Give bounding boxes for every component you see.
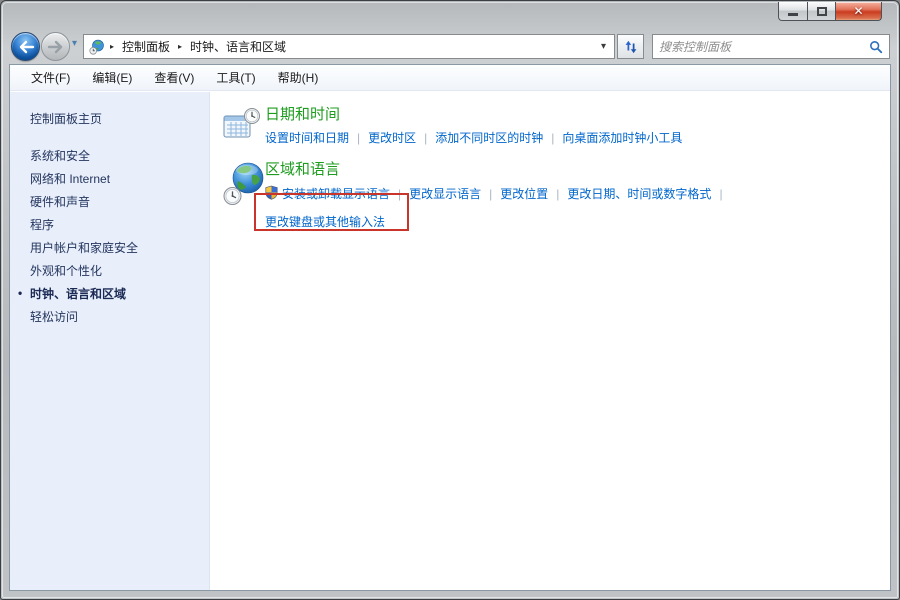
sidebar-item-label: 时钟、语言和区域 bbox=[30, 287, 126, 301]
region-language-links-row1: 安装或卸载显示语言 | 更改显示语言 | 更改位置 | 更改日期、时间或数字格式 | bbox=[265, 185, 731, 202]
menu-tools[interactable]: 工具(T) bbox=[205, 65, 266, 90]
link-set-time-date[interactable]: 设置时间和日期 bbox=[265, 131, 349, 145]
menu-help[interactable]: 帮助(H) bbox=[267, 65, 330, 90]
back-button[interactable] bbox=[11, 32, 40, 61]
address-bar[interactable]: ▸ 控制面板 ▸ 时钟、语言和区域 ▾ bbox=[83, 34, 615, 59]
main-content: 日期和时间 设置时间和日期 | 更改时区 | 添加不同时区的时钟 | 向桌面添加时钟小工具 bbox=[210, 92, 890, 590]
link-separator: | bbox=[551, 131, 554, 145]
link-separator: | bbox=[424, 131, 427, 145]
region-language-title[interactable]: 区域和语言 bbox=[265, 161, 731, 179]
sidebar-item-label: 轻松访问 bbox=[30, 310, 78, 324]
sidebar-item-ease-of-access[interactable]: •轻松访问 bbox=[10, 306, 209, 329]
section-body: 区域和语言 安装或卸载显示语言 | 更改显示语言 | 更改位置 | 更改日期、时间或数字格式… bbox=[265, 161, 731, 230]
sidebar-item-appearance[interactable]: •外观和个性化 bbox=[10, 260, 209, 283]
close-button[interactable]: ✕ bbox=[836, 2, 882, 21]
breadcrumb-control-panel[interactable]: 控制面板 bbox=[119, 36, 173, 57]
section-date-time: 日期和时间 设置时间和日期 | 更改时区 | 添加不同时区的时钟 | 向桌面添加时钟小工具 bbox=[223, 106, 890, 148]
maximize-icon bbox=[817, 7, 827, 16]
search-box bbox=[652, 34, 890, 59]
sidebar-item-home[interactable]: 控制面板主页 bbox=[10, 105, 209, 132]
menu-edit[interactable]: 编辑(E) bbox=[81, 65, 143, 90]
menu-bar: 文件(F) 编辑(E) 查看(V) 工具(T) 帮助(H) bbox=[10, 65, 890, 91]
refresh-button[interactable] bbox=[617, 34, 644, 59]
sidebar-item-system-security[interactable]: •系统和安全 bbox=[10, 145, 209, 168]
link-add-clocks[interactable]: 添加不同时区的时钟 bbox=[435, 131, 543, 145]
calendar-clock-icon[interactable] bbox=[223, 107, 261, 143]
breadcrumb-arrow-icon: ▸ bbox=[110, 42, 114, 51]
link-change-date-time-number-formats[interactable]: 更改日期、时间或数字格式 bbox=[567, 187, 711, 201]
search-icon[interactable] bbox=[869, 40, 883, 54]
back-arrow-icon bbox=[17, 39, 35, 55]
link-change-location[interactable]: 更改位置 bbox=[500, 187, 548, 201]
sidebar-item-label: 程序 bbox=[30, 218, 54, 232]
window-controls: ✕ bbox=[778, 2, 882, 21]
forward-button[interactable] bbox=[41, 32, 70, 61]
maximize-button[interactable] bbox=[808, 2, 836, 21]
title-bar[interactable] bbox=[1, 1, 899, 27]
section-region-language: 区域和语言 安装或卸载显示语言 | 更改显示语言 | 更改位置 | 更改日期、时间或数字格式… bbox=[223, 161, 890, 230]
region-language-links-row2: 更改键盘或其他输入法 bbox=[265, 214, 731, 230]
refresh-icon bbox=[624, 40, 638, 54]
minimize-icon bbox=[788, 13, 798, 16]
sidebar: 控制面板主页 •系统和安全 •网络和 Internet •硬件和声音 •程序 •… bbox=[10, 92, 210, 590]
close-icon: ✕ bbox=[853, 3, 863, 20]
recent-pages-dropdown[interactable]: ▾ bbox=[72, 38, 77, 49]
link-change-keyboards-input-methods[interactable]: 更改键盘或其他输入法 bbox=[265, 215, 385, 229]
date-time-title[interactable]: 日期和时间 bbox=[265, 106, 682, 124]
body-area: 控制面板主页 •系统和安全 •网络和 Internet •硬件和声音 •程序 •… bbox=[10, 92, 890, 590]
link-separator: | bbox=[398, 187, 401, 201]
client-area: 文件(F) 编辑(E) 查看(V) 工具(T) 帮助(H) 控制面板主页 •系统… bbox=[9, 64, 891, 591]
uac-shield-icon bbox=[265, 185, 278, 200]
control-panel-window: ✕ ▾ ▸ 控制面板 ▸ 时钟、语言和区域 ▾ bbox=[0, 0, 900, 600]
globe-clock-icon[interactable] bbox=[223, 162, 265, 206]
breadcrumb-arrow-icon: ▸ bbox=[178, 42, 182, 51]
sidebar-item-programs[interactable]: •程序 bbox=[10, 214, 209, 237]
sidebar-item-clock-language-region[interactable]: • 时钟、语言和区域 bbox=[10, 283, 209, 306]
sidebar-item-label: 系统和安全 bbox=[30, 149, 90, 163]
address-dropdown-button[interactable]: ▾ bbox=[596, 39, 611, 54]
sidebar-item-label: 外观和个性化 bbox=[30, 264, 102, 278]
link-change-time-zone[interactable]: 更改时区 bbox=[368, 131, 416, 145]
sidebar-item-user-accounts[interactable]: •用户帐户和家庭安全 bbox=[10, 237, 209, 260]
link-add-clock-gadget[interactable]: 向桌面添加时钟小工具 bbox=[562, 131, 682, 145]
section-body: 日期和时间 设置时间和日期 | 更改时区 | 添加不同时区的时钟 | 向桌面添加时钟小工具 bbox=[265, 106, 682, 146]
sidebar-item-network-internet[interactable]: •网络和 Internet bbox=[10, 168, 209, 191]
breadcrumb-clock-language-region[interactable]: 时钟、语言和区域 bbox=[187, 36, 289, 57]
search-input[interactable] bbox=[659, 40, 869, 54]
forward-arrow-icon bbox=[47, 39, 65, 55]
section-icon-column bbox=[223, 106, 265, 148]
menu-view[interactable]: 查看(V) bbox=[143, 65, 205, 90]
control-panel-icon bbox=[89, 39, 105, 55]
menu-file[interactable]: 文件(F) bbox=[20, 65, 81, 90]
link-separator: | bbox=[489, 187, 492, 201]
link-change-display-language[interactable]: 更改显示语言 bbox=[409, 187, 481, 201]
sidebar-item-hardware-sound[interactable]: •硬件和声音 bbox=[10, 191, 209, 214]
link-separator: | bbox=[556, 187, 559, 201]
sidebar-item-label: 网络和 Internet bbox=[30, 172, 110, 186]
date-time-links: 设置时间和日期 | 更改时区 | 添加不同时区的时钟 | 向桌面添加时钟小工具 bbox=[265, 130, 682, 146]
sidebar-item-label: 用户帐户和家庭安全 bbox=[30, 241, 138, 255]
link-install-uninstall-languages[interactable]: 安装或卸载显示语言 bbox=[282, 187, 390, 201]
sidebar-item-label: 硬件和声音 bbox=[30, 195, 90, 209]
section-icon-column bbox=[223, 161, 265, 211]
link-separator: | bbox=[719, 187, 722, 201]
selected-bullet-icon: • bbox=[18, 287, 22, 300]
minimize-button[interactable] bbox=[778, 2, 808, 21]
link-separator: | bbox=[357, 131, 360, 145]
